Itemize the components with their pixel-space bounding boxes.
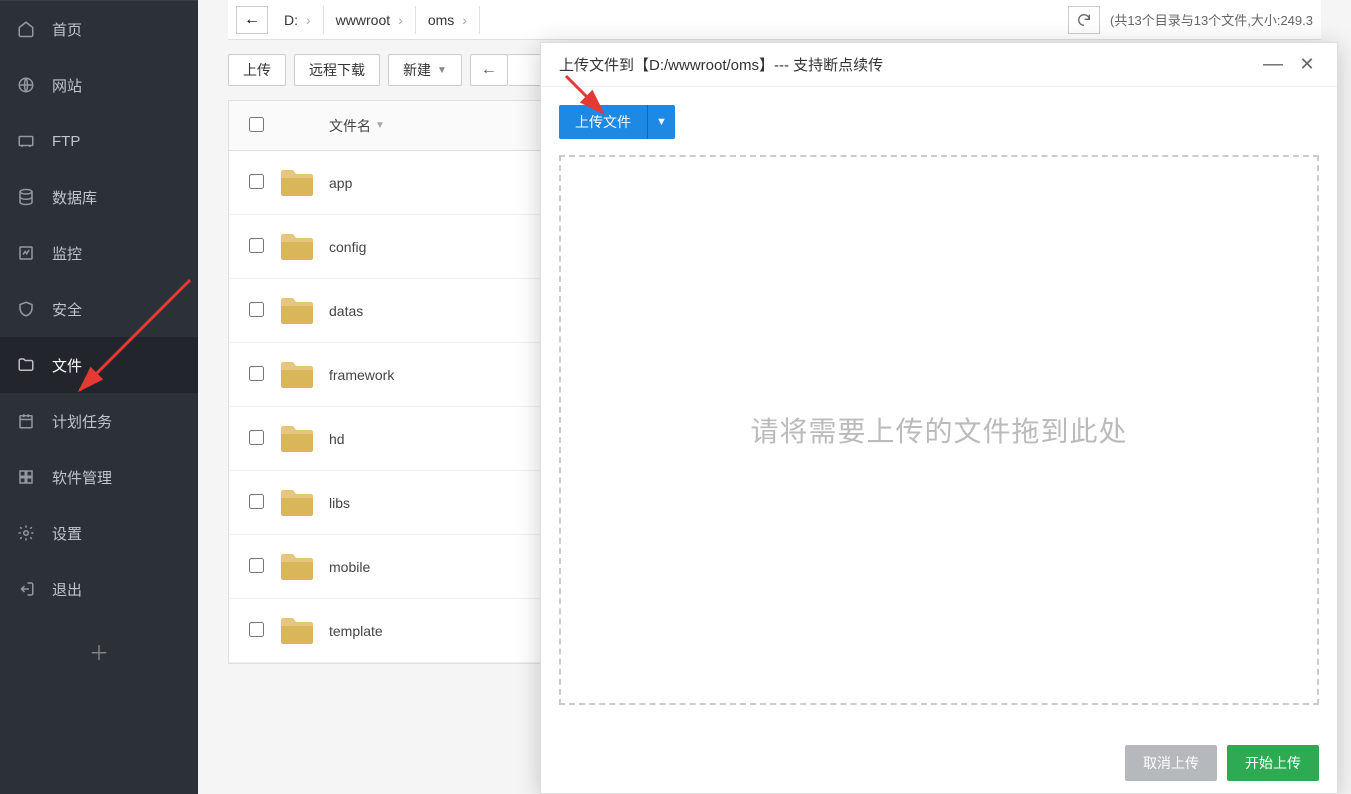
upload-modal: 上传文件到【D:/wwwroot/oms】--- 支持断点续传 — ✕ 上传文件… — [540, 42, 1338, 794]
sidebar-label: FTP — [52, 133, 80, 150]
sidebar-item-files[interactable]: 文件 — [0, 337, 198, 393]
upload-button[interactable]: 上传 — [228, 54, 286, 86]
breadcrumb-seg-wwwroot[interactable]: wwwroot› — [324, 6, 416, 34]
cancel-upload-button[interactable]: 取消上传 — [1125, 745, 1217, 781]
sidebar-add[interactable]: ＋ — [0, 617, 198, 686]
sidebar-item-monitor[interactable]: 监控 — [0, 225, 198, 281]
breadcrumb-seg-d[interactable]: D:› — [272, 6, 324, 34]
breadcrumb-bar: ← D:› wwwroot› oms› (共13个目录与13个文件,大小:249… — [228, 0, 1321, 40]
breadcrumb-back[interactable]: ← — [236, 6, 268, 34]
row-checkbox[interactable] — [249, 302, 264, 317]
nav-back-button[interactable]: ← — [470, 54, 508, 86]
row-checkbox[interactable] — [249, 494, 264, 509]
apps-icon — [16, 467, 36, 487]
sidebar: 首页 网站 FTP 数据库 监控 安全 文件 计划任务 软件管理 设置 退出 ＋ — [0, 0, 198, 794]
folder-icon — [279, 168, 329, 198]
home-icon — [16, 19, 36, 39]
ftp-icon — [16, 131, 36, 151]
sidebar-item-ftp[interactable]: FTP — [0, 113, 198, 169]
sidebar-label: 首页 — [52, 19, 82, 40]
shield-icon — [16, 299, 36, 319]
sidebar-item-security[interactable]: 安全 — [0, 281, 198, 337]
folder-icon — [16, 355, 36, 375]
sidebar-item-database[interactable]: 数据库 — [0, 169, 198, 225]
row-checkbox[interactable] — [249, 558, 264, 573]
modal-body: 上传文件 ▼ 请将需要上传的文件拖到此处 — [541, 87, 1337, 733]
folder-icon — [279, 552, 329, 582]
folder-icon — [279, 296, 329, 326]
chevron-down-icon: ▼ — [437, 65, 447, 76]
sidebar-label: 安全 — [52, 299, 82, 320]
modal-close-button[interactable]: ✕ — [1295, 53, 1319, 77]
gear-icon — [16, 523, 36, 543]
start-upload-button[interactable]: 开始上传 — [1227, 745, 1319, 781]
sort-caret-icon: ▼ — [375, 120, 385, 131]
exit-icon — [16, 579, 36, 599]
sidebar-label: 退出 — [52, 579, 82, 600]
breadcrumb-path: D:› wwwroot› oms› — [272, 6, 1068, 34]
modal-header: 上传文件到【D:/wwwroot/oms】--- 支持断点续传 — ✕ — [541, 43, 1337, 87]
row-checkbox[interactable] — [249, 174, 264, 189]
sidebar-label: 文件 — [52, 355, 82, 376]
modal-footer: 取消上传 开始上传 — [541, 733, 1337, 793]
sidebar-item-software[interactable]: 软件管理 — [0, 449, 198, 505]
calendar-icon — [16, 411, 36, 431]
row-checkbox[interactable] — [249, 622, 264, 637]
sidebar-item-home[interactable]: 首页 — [0, 1, 198, 57]
sidebar-label: 设置 — [52, 523, 82, 544]
row-checkbox[interactable] — [249, 366, 264, 381]
breadcrumb-seg-oms[interactable]: oms› — [416, 6, 480, 34]
folder-icon — [279, 424, 329, 454]
monitor-icon — [16, 243, 36, 263]
breadcrumb-info: (共13个目录与13个文件,大小:249.3 — [1110, 10, 1313, 29]
modal-minimize-button[interactable]: — — [1261, 53, 1285, 77]
folder-icon — [279, 616, 329, 646]
refresh-button[interactable] — [1068, 6, 1100, 34]
dropzone-text: 请将需要上传的文件拖到此处 — [750, 410, 1127, 450]
sidebar-label: 数据库 — [52, 187, 97, 208]
sidebar-item-exit[interactable]: 退出 — [0, 561, 198, 617]
row-checkbox[interactable] — [249, 430, 264, 445]
new-button[interactable]: 新建▼ — [388, 54, 462, 86]
folder-icon — [279, 488, 329, 518]
sidebar-label: 计划任务 — [52, 411, 112, 432]
sidebar-item-settings[interactable]: 设置 — [0, 505, 198, 561]
select-all-checkbox[interactable] — [249, 117, 264, 132]
folder-icon — [279, 232, 329, 262]
upload-file-split-button: 上传文件 ▼ — [559, 105, 675, 139]
remote-download-button[interactable]: 远程下载 — [294, 54, 380, 86]
modal-title: 上传文件到【D:/wwwroot/oms】--- 支持断点续传 — [559, 54, 1261, 75]
upload-file-dropdown[interactable]: ▼ — [647, 105, 675, 139]
upload-file-button[interactable]: 上传文件 — [559, 105, 647, 139]
upload-dropzone[interactable]: 请将需要上传的文件拖到此处 — [559, 155, 1319, 705]
sidebar-item-website[interactable]: 网站 — [0, 57, 198, 113]
folder-icon — [279, 360, 329, 390]
row-checkbox[interactable] — [249, 238, 264, 253]
globe-icon — [16, 75, 36, 95]
sidebar-label: 软件管理 — [52, 467, 112, 488]
sidebar-label: 监控 — [52, 243, 82, 264]
sidebar-label: 网站 — [52, 75, 82, 96]
database-icon — [16, 187, 36, 207]
sidebar-item-cron[interactable]: 计划任务 — [0, 393, 198, 449]
